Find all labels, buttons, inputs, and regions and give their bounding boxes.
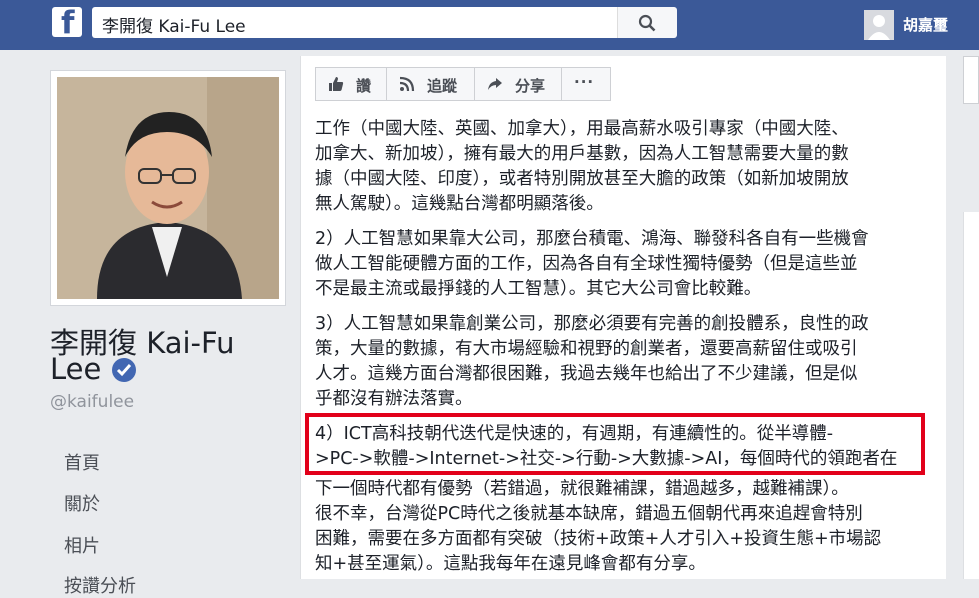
- post-text-line: 據（中國大陸、印度），或者特別開放甚至大膽的政策（如新加坡開放: [315, 169, 849, 189]
- post-text-line: 3）人工智慧如果靠創業公司，那麼必須要有完善的創投體系，良性的政: [315, 314, 869, 334]
- search-button[interactable]: [617, 7, 677, 38]
- follow-label: 追蹤: [427, 77, 458, 95]
- red-highlight-box: [305, 413, 925, 475]
- search-bar[interactable]: 李開復 Kai-Fu Lee: [92, 7, 676, 38]
- facebook-logo-letter: f: [61, 5, 75, 41]
- checkmark-icon: [116, 364, 132, 377]
- facebook-logo[interactable]: f: [52, 5, 82, 41]
- right-panel: [963, 212, 979, 579]
- like-button[interactable]: 讚: [315, 67, 387, 101]
- search-icon: [638, 14, 656, 32]
- more-options-icon: ···: [574, 73, 595, 91]
- post-text-line: 不是最主流或最掙錢的人工智慧）。其它大公司會比較難。: [315, 279, 762, 299]
- post-text-line: 下一個時代都有優勢（若錯過，就很難補課，錯過越多，越難補課）。: [315, 479, 849, 499]
- rss-follow-icon: [399, 76, 415, 92]
- user-name-link[interactable]: 胡嘉璽: [903, 14, 948, 35]
- post-text-line: 做人工智能硬體方面的工作，因為各自有全球性獨特優勢（但是這些並: [315, 254, 858, 274]
- portrait-image: [57, 77, 279, 299]
- more-options-button[interactable]: ···: [561, 67, 611, 101]
- share-button[interactable]: 分享: [474, 67, 562, 101]
- thumbs-up-icon: [329, 77, 344, 91]
- default-avatar-icon: [864, 10, 894, 40]
- nav-item-about[interactable]: 關於: [64, 490, 100, 516]
- nav-item-home[interactable]: 首頁: [64, 449, 100, 475]
- post-text-line: 加拿大、新加坡），擁有最大的用戶基數，因為人工智慧需要大量的數: [315, 144, 849, 164]
- page-title-line2: Lee: [50, 352, 102, 386]
- verified-badge-icon[interactable]: [112, 358, 136, 382]
- nav-item-insights[interactable]: 按讚分析: [64, 572, 136, 598]
- page-action-buttons: 讚 追蹤 分享 ···: [315, 67, 611, 103]
- user-avatar[interactable]: [864, 10, 894, 40]
- post-text-line: 策，大量的數據，有大市場經驗和視野的創業者，還要高薪留住或吸引: [315, 339, 858, 359]
- top-navigation-bar: f 李開復 Kai-Fu Lee 胡嘉璽: [0, 0, 979, 50]
- profile-picture[interactable]: [50, 70, 286, 306]
- post-text-line: 知+甚至運氣）。這點我每年在遠見峰會都有分享。: [315, 554, 706, 574]
- post-text-line: 工作（中國大陸、英國、加拿大），用最高薪水吸引專家（中國大陸、: [315, 119, 849, 139]
- post-text-line: 2）人工智慧如果靠大公司，那麼台積電、鴻海、聯發科各自有一些機會: [315, 229, 869, 249]
- right-panel-top[interactable]: [963, 56, 979, 104]
- share-arrow-icon: [488, 78, 502, 90]
- share-label: 分享: [515, 77, 546, 95]
- post-text-line: 乎都沒有辦法落實。: [315, 389, 473, 409]
- post-text-line: 困難，需要在多方面都有突破（技術+政策+人才引入+投資生態+市場認: [315, 529, 882, 549]
- post-text-line: 無人駕駛）。這幾點台灣都明顯落後。: [315, 194, 604, 214]
- search-input[interactable]: 李開復 Kai-Fu Lee: [102, 12, 246, 37]
- profile-photo: [57, 77, 279, 299]
- page-handle[interactable]: @kaifulee: [50, 392, 134, 412]
- post-text-line: 很不幸，台灣從PC時代之後就基本缺席，錯過五個朝代再來追趕會特別: [315, 504, 863, 524]
- nav-item-photos[interactable]: 相片: [64, 532, 100, 558]
- like-label: 讚: [356, 77, 372, 95]
- post-text-line: 人才。這幾方面台灣都很困難，我過去幾年也給出了不少建議，但是似: [315, 364, 858, 384]
- follow-button[interactable]: 追蹤: [386, 67, 475, 101]
